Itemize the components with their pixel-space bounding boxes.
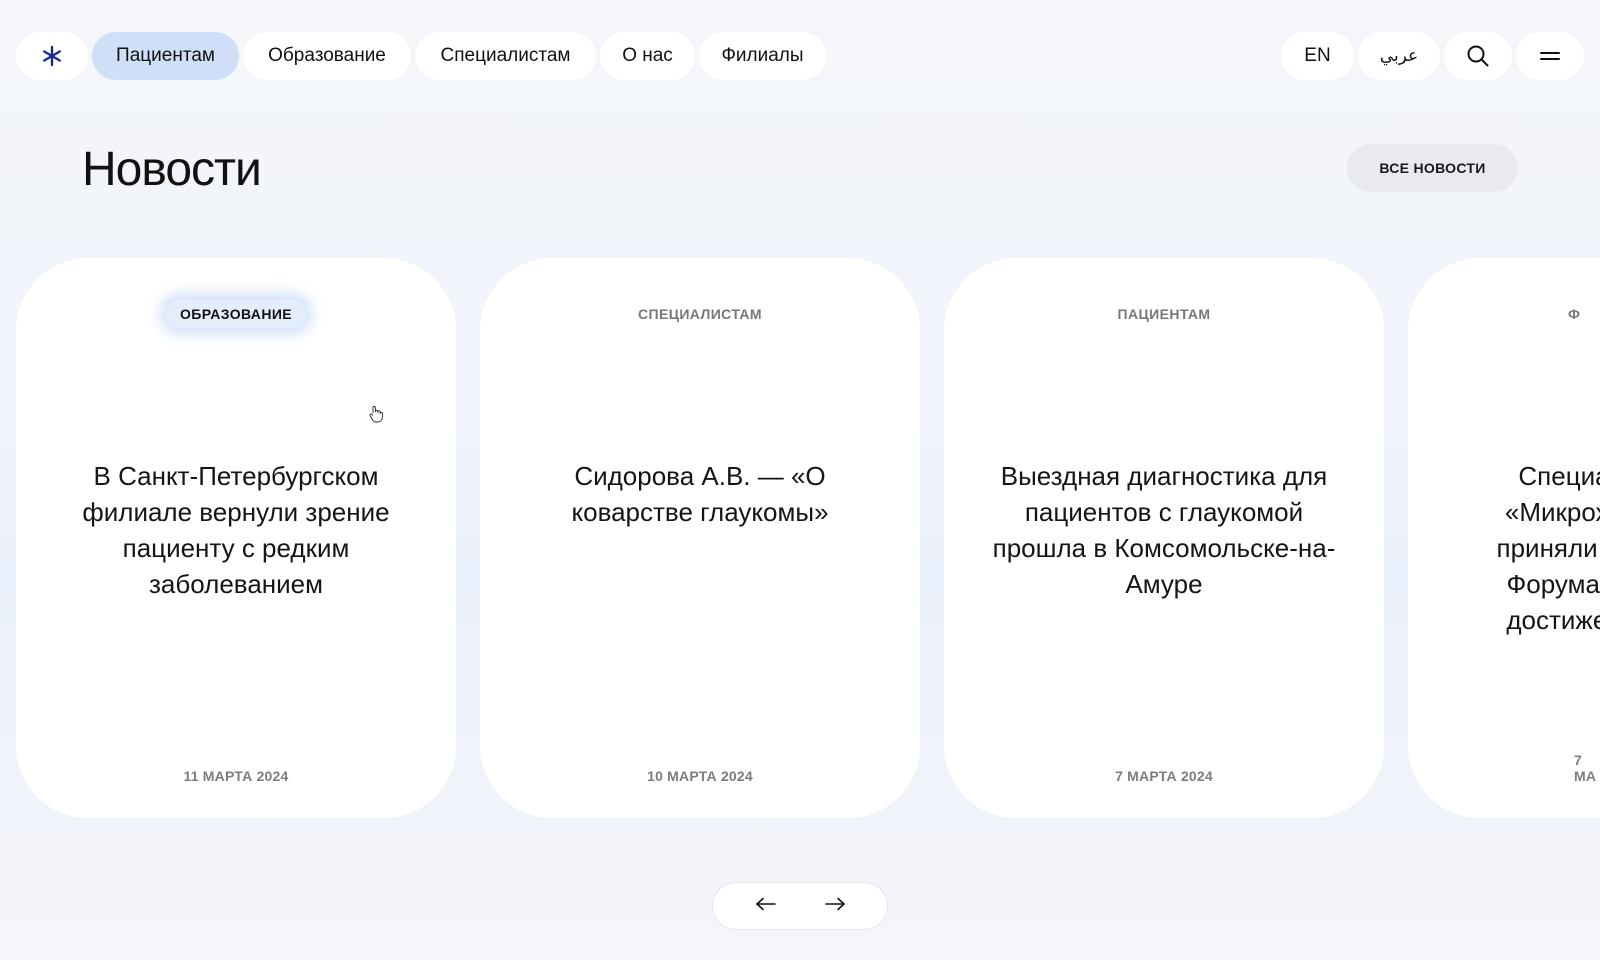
news-card[interactable]: СПЕЦИАЛИСТАМ Сидорова А.В. — «О коварств… (480, 258, 920, 818)
card-date: 11 МАРТА 2024 (183, 768, 289, 784)
search-icon (1466, 44, 1490, 68)
arrow-right-icon (824, 897, 846, 916)
asterisk-logo-icon (41, 45, 63, 67)
all-news-button[interactable]: ВСЕ НОВОСТИ (1347, 144, 1518, 192)
card-tag[interactable]: ОБРАЗОВАНИЕ (16, 300, 456, 328)
card-tag-label: ОБРАЗОВАНИЕ (165, 300, 307, 328)
next-button[interactable] (813, 888, 857, 924)
prev-button[interactable] (744, 888, 788, 924)
carousel-pager (712, 882, 888, 930)
lang-en-button[interactable]: EN (1281, 32, 1354, 80)
page-title: Новости (82, 143, 262, 196)
nav-item-about[interactable]: О нас (600, 32, 695, 80)
card-date: 10 МАРТА 2024 (647, 768, 753, 784)
card-title: Сидорова А.В. — «О коварстве глаукомы» (571, 461, 829, 527)
card-tag[interactable]: ПАЦИЕНТАМ (944, 300, 1384, 328)
search-button[interactable] (1444, 32, 1512, 80)
lang-ar-button[interactable]: عربي (1358, 32, 1440, 80)
card-date: 7 МА (1574, 752, 1597, 784)
arrow-left-icon (755, 897, 777, 916)
nav-item-specialists[interactable]: Специалистам (415, 32, 596, 80)
hand-cursor-icon (369, 405, 383, 428)
card-tag[interactable]: СПЕЦИАЛИСТАМ (480, 300, 920, 328)
menu-button[interactable] (1516, 32, 1584, 80)
news-card[interactable]: ОБРАЗОВАНИЕ В Санкт-Петербургском филиал… (16, 258, 456, 818)
card-tag-label: СПЕЦИАЛИСТАМ (638, 306, 762, 322)
nav-item-patients[interactable]: Пациентам (92, 32, 239, 80)
card-date: 7 МАРТА 2024 (1115, 768, 1213, 784)
card-title: Специа «Микрохи приняли уч Форума н дост… (1496, 461, 1600, 635)
news-card[interactable]: ПАЦИЕНТАМ Выездная диагностика для пацие… (944, 258, 1384, 818)
card-tag-label: ПАЦИЕНТАМ (1117, 306, 1211, 322)
card-title: Выездная диагностика для пациентов с гла… (992, 461, 1336, 599)
card-title: В Санкт-Петербургском филиале вернули зр… (82, 461, 390, 599)
news-card[interactable]: Ф Специа «Микрохи приняли уч Форума н до… (1408, 258, 1600, 818)
nav-item-education[interactable]: Образование (243, 32, 411, 80)
nav-item-branches[interactable]: Филиалы (699, 32, 826, 80)
hamburger-menu-icon (1539, 50, 1561, 62)
logo-button[interactable] (16, 32, 88, 80)
card-tag[interactable]: Ф (1568, 300, 1600, 328)
card-tag-label: Ф (1568, 306, 1581, 322)
